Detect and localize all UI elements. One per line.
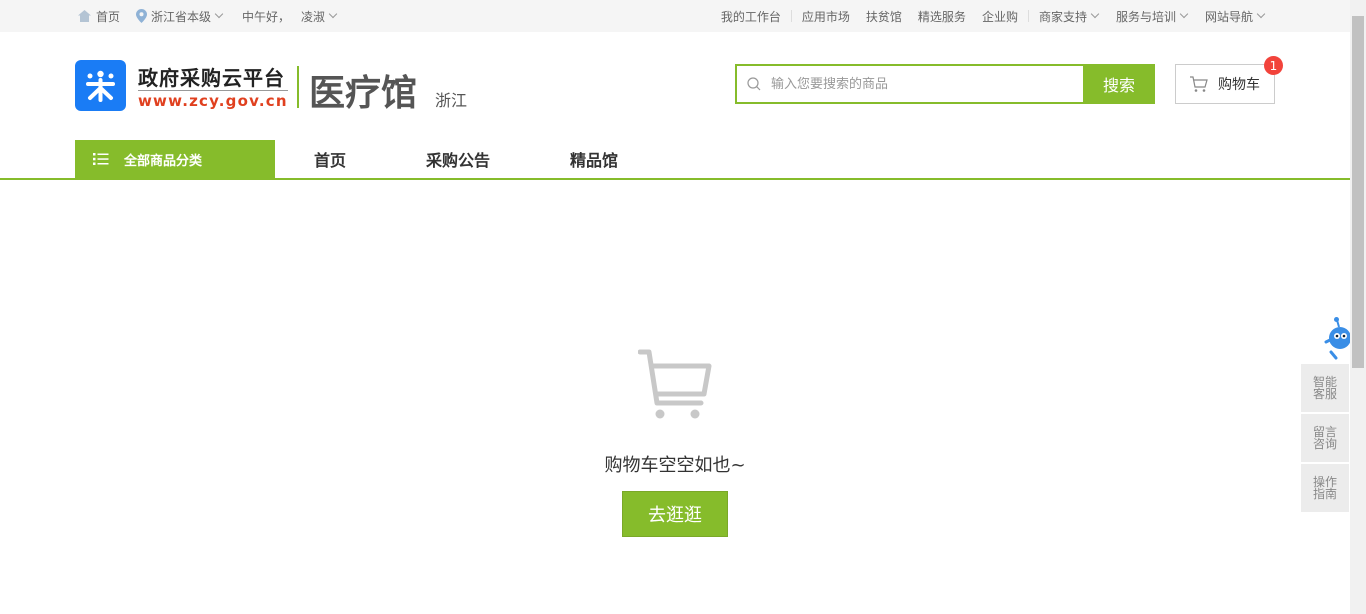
chevron-down-icon	[214, 9, 224, 19]
user-menu[interactable]: 凌淑	[301, 8, 338, 25]
smart-service-label: 智能客服	[1312, 375, 1337, 401]
cart-button[interactable]: 购物车	[1175, 64, 1275, 104]
search-button[interactable]: 搜索	[1083, 64, 1155, 104]
divider	[1027, 10, 1029, 22]
selected-services-link[interactable]: 精选服务	[918, 8, 966, 25]
home-icon	[78, 10, 91, 22]
username-label: 凌淑	[301, 9, 326, 24]
search-box	[735, 64, 1085, 104]
all-categories-button[interactable]: 全部商品分类	[75, 140, 275, 178]
workbench-link[interactable]: 我的工作台	[721, 8, 781, 25]
zcy-logo-icon	[86, 70, 115, 102]
header-divider	[297, 66, 299, 108]
site-nav-label: 网站导航	[1204, 9, 1253, 24]
scrollbar-thumb[interactable]	[1352, 16, 1364, 368]
operation-guide-button[interactable]: 操作指南	[1301, 464, 1349, 512]
nav-underline	[0, 178, 1350, 180]
brand-title: 政府采购云平台	[138, 66, 285, 90]
go-shopping-button[interactable]: 去逛逛	[622, 491, 728, 537]
list-icon	[93, 153, 109, 165]
cart-count-badge: 1	[1264, 56, 1283, 75]
chevron-down-icon	[1256, 9, 1266, 19]
poverty-hall-link[interactable]: 扶贫馆	[866, 8, 902, 25]
chevron-down-icon	[328, 9, 338, 19]
home-link-label: 首页	[96, 9, 121, 24]
hall-region: 浙江	[435, 91, 468, 110]
nav-procurement-notice[interactable]: 采购公告	[426, 140, 490, 178]
home-link[interactable]: 首页	[78, 8, 120, 25]
empty-cart-message: 购物车空空如也~	[604, 455, 746, 476]
cart-icon	[1190, 76, 1208, 92]
zcy-logo[interactable]	[75, 60, 126, 111]
merchant-support-menu[interactable]: 商家支持	[1038, 8, 1100, 25]
search-icon	[747, 77, 761, 91]
location-pin-icon	[136, 9, 148, 23]
hall-title: 医疗馆	[309, 73, 418, 114]
divider	[790, 10, 792, 22]
site-nav-menu[interactable]: 网站导航	[1204, 8, 1266, 25]
chevron-down-icon	[1090, 9, 1100, 19]
search-input[interactable]	[771, 66, 1071, 102]
top-bar: 首页 浙江省本级 中午好， 凌淑 我的工作台 应用市场 扶贫馆 精选服务 企业购…	[0, 0, 1350, 32]
leave-message-button[interactable]: 留言咨询	[1301, 414, 1349, 462]
smart-service-button[interactable]: 智能客服	[1301, 364, 1349, 412]
service-training-menu[interactable]: 服务与培训	[1115, 8, 1189, 25]
nav-home[interactable]: 首页	[314, 140, 346, 178]
app-market-link[interactable]: 应用市场	[802, 8, 850, 25]
nav-boutique[interactable]: 精品馆	[570, 140, 618, 178]
greeting-text: 中午好，	[242, 9, 291, 24]
cart-label: 购物车	[1218, 77, 1260, 93]
enterprise-buy-link[interactable]: 企业购	[982, 8, 1018, 25]
service-training-label: 服务与培训	[1115, 9, 1176, 24]
brand-url: www.zcy.gov.cn	[138, 90, 288, 110]
robot-mascot-icon[interactable]	[1322, 316, 1352, 364]
location-selector[interactable]: 浙江省本级	[136, 8, 224, 25]
location-label: 浙江省本级	[151, 9, 212, 24]
chevron-down-icon	[1179, 9, 1189, 19]
operation-guide-label: 操作指南	[1312, 475, 1337, 501]
empty-cart-icon	[638, 349, 712, 419]
all-categories-label: 全部商品分类	[124, 153, 203, 169]
leave-message-label: 留言咨询	[1312, 425, 1337, 451]
merchant-support-label: 商家支持	[1038, 9, 1087, 24]
